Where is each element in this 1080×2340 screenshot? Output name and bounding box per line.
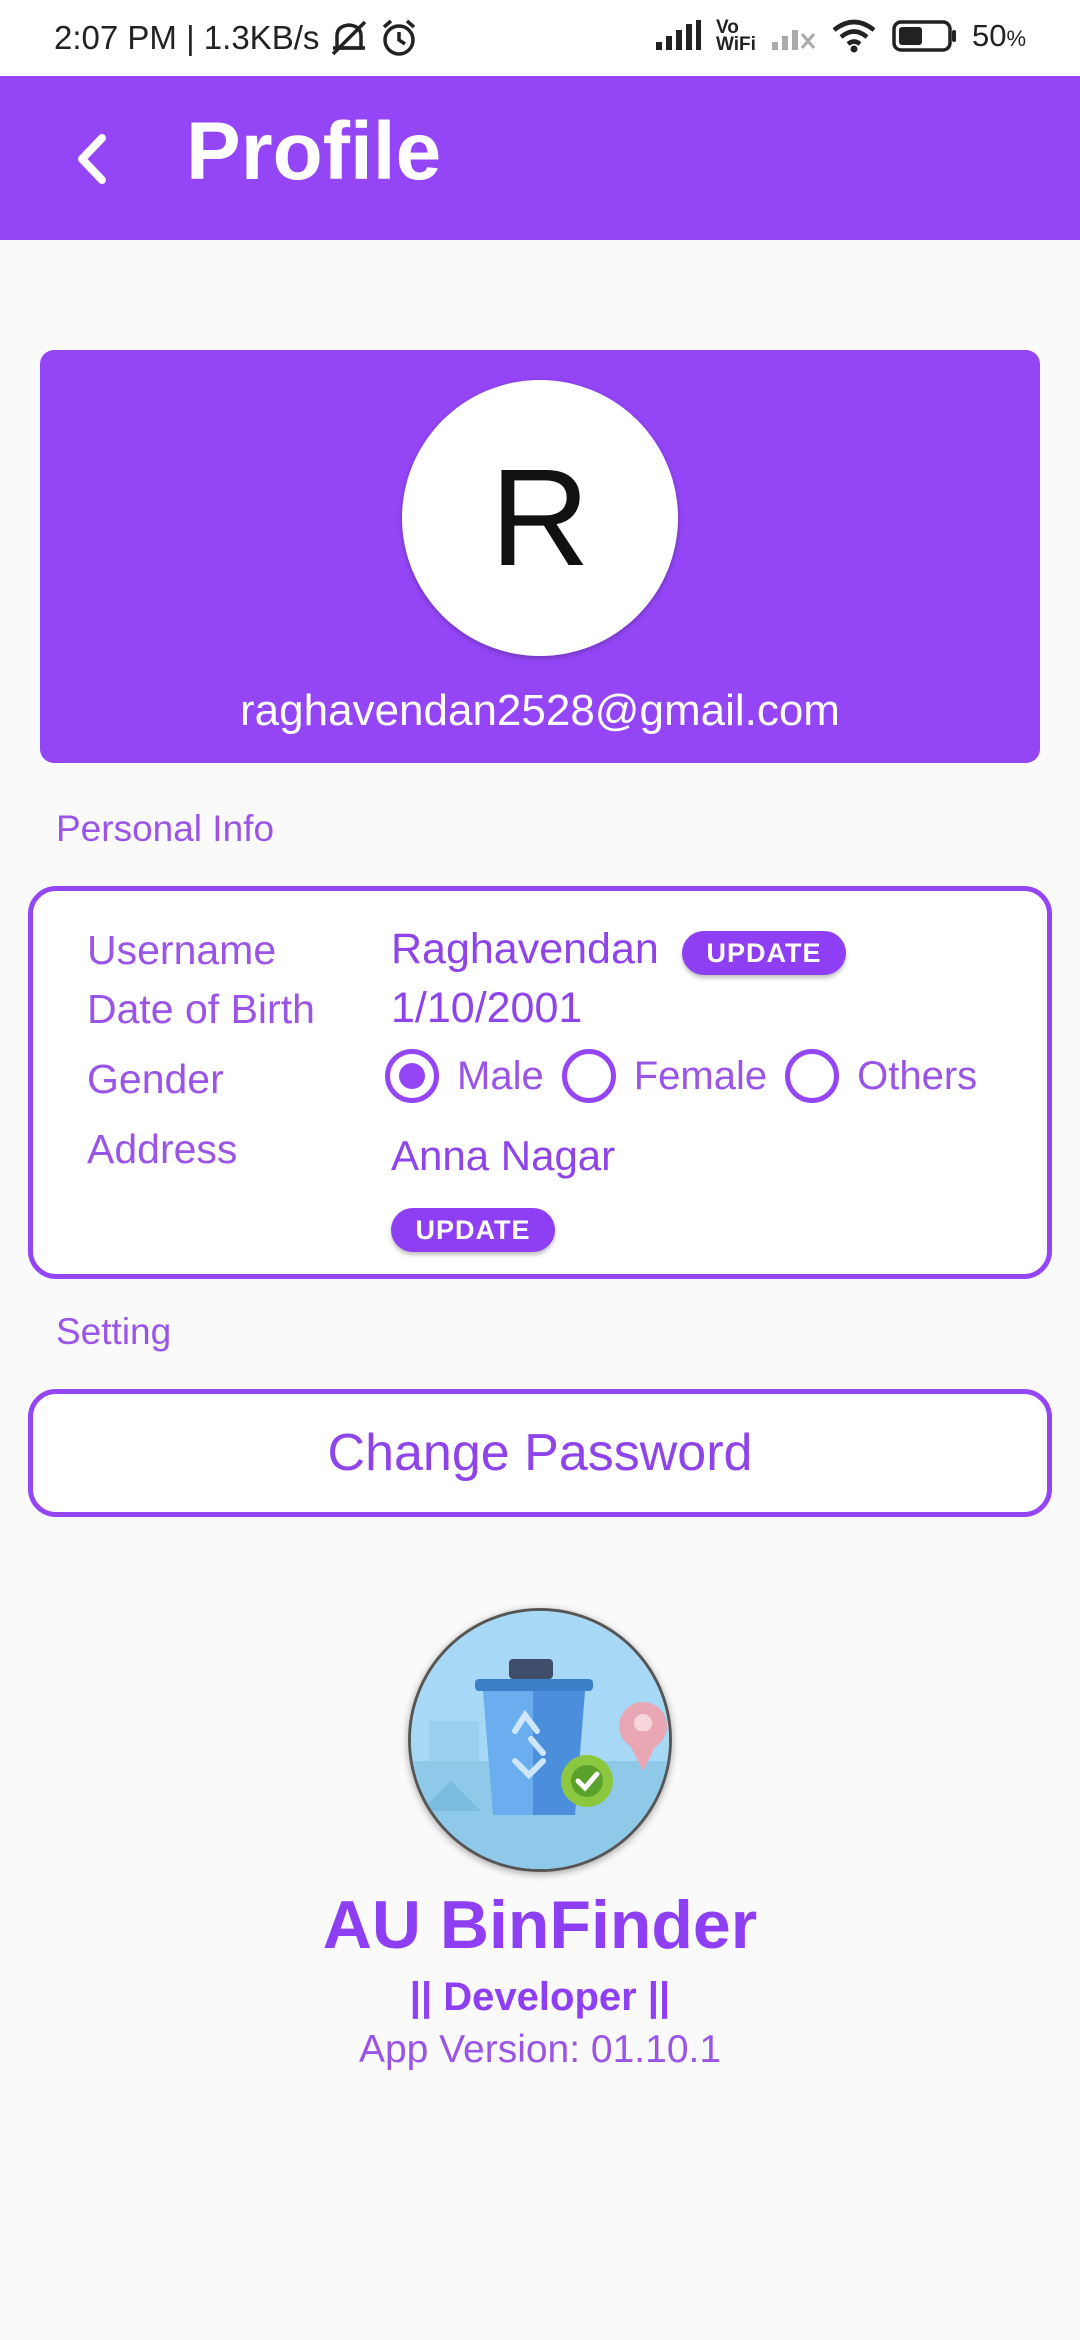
- change-password-button[interactable]: Change Password: [28, 1389, 1052, 1517]
- battery-percent: 50%: [972, 18, 1026, 54]
- gender-radio-group: Male Female Others: [385, 1049, 995, 1103]
- app-name: AU BinFinder: [322, 1887, 758, 1963]
- status-time-speed: 2:07 PM | 1.3KB/s: [54, 19, 320, 56]
- avatar[interactable]: R: [402, 380, 678, 656]
- back-arrow-icon[interactable]: [60, 124, 130, 194]
- app-bar: Profile: [0, 76, 1080, 240]
- username-label: Username: [87, 927, 277, 973]
- avatar-letter: R: [490, 440, 590, 595]
- profile-header-card: R raghavendan2528@gmail.com: [40, 350, 1040, 763]
- gender-option-others[interactable]: Others: [785, 1049, 977, 1103]
- alarm-icon: [383, 19, 416, 56]
- page-title: Profile: [186, 106, 442, 197]
- update-username-button[interactable]: UPDATE: [682, 931, 846, 975]
- radio-unselected-icon[interactable]: [785, 1049, 840, 1103]
- app-logo: [408, 1608, 672, 1872]
- address-field[interactable]: Anna Nagar: [391, 1132, 615, 1180]
- dob-value[interactable]: 1/10/2001: [391, 984, 582, 1033]
- mute-icon: [332, 20, 367, 56]
- update-address-button[interactable]: UPDATE: [391, 1208, 555, 1252]
- battery-icon: [892, 20, 956, 52]
- app-version: App Version: 01.10.1: [358, 2028, 722, 2071]
- radio-unselected-icon[interactable]: [561, 1049, 616, 1103]
- gender-option-label: Male: [457, 1053, 544, 1098]
- recycle-bin-logo-icon: [411, 1611, 669, 1869]
- username-value: Raghavendan: [391, 925, 659, 973]
- gender-option-label: Female: [633, 1053, 768, 1098]
- setting-heading: Setting: [56, 1311, 172, 1352]
- gender-option-male[interactable]: Male: [385, 1049, 544, 1103]
- radio-selected-icon[interactable]: [385, 1049, 439, 1103]
- battery-value: 50: [971, 18, 1007, 53]
- signal-icon: [656, 20, 702, 50]
- status-bar: 2:07 PM | 1.3KB/s Vo WiFi 50%: [0, 0, 1080, 76]
- wifi-icon: [832, 19, 876, 53]
- gender-label: Gender: [87, 1056, 224, 1102]
- user-email: raghavendan2528@gmail.com: [240, 686, 840, 735]
- status-right: Vo WiFi 50%: [654, 18, 1026, 54]
- vowifi-icon: Vo WiFi: [716, 17, 756, 55]
- address-label: Address: [87, 1126, 238, 1172]
- developer-role: || Developer ||: [409, 1975, 671, 2019]
- status-left: 2:07 PM | 1.3KB/s: [54, 18, 419, 58]
- personal-info-card: Username Raghavendan UPDATE Date of Birt…: [28, 886, 1052, 1279]
- no-signal-icon: [771, 30, 816, 50]
- gender-option-female[interactable]: Female: [561, 1049, 768, 1103]
- battery-fill: [898, 27, 922, 45]
- personal-info-heading: Personal Info: [56, 808, 275, 849]
- gender-option-label: Others: [857, 1053, 978, 1098]
- dob-label: Date of Birth: [87, 986, 315, 1032]
- battery-unit: %: [1006, 26, 1026, 51]
